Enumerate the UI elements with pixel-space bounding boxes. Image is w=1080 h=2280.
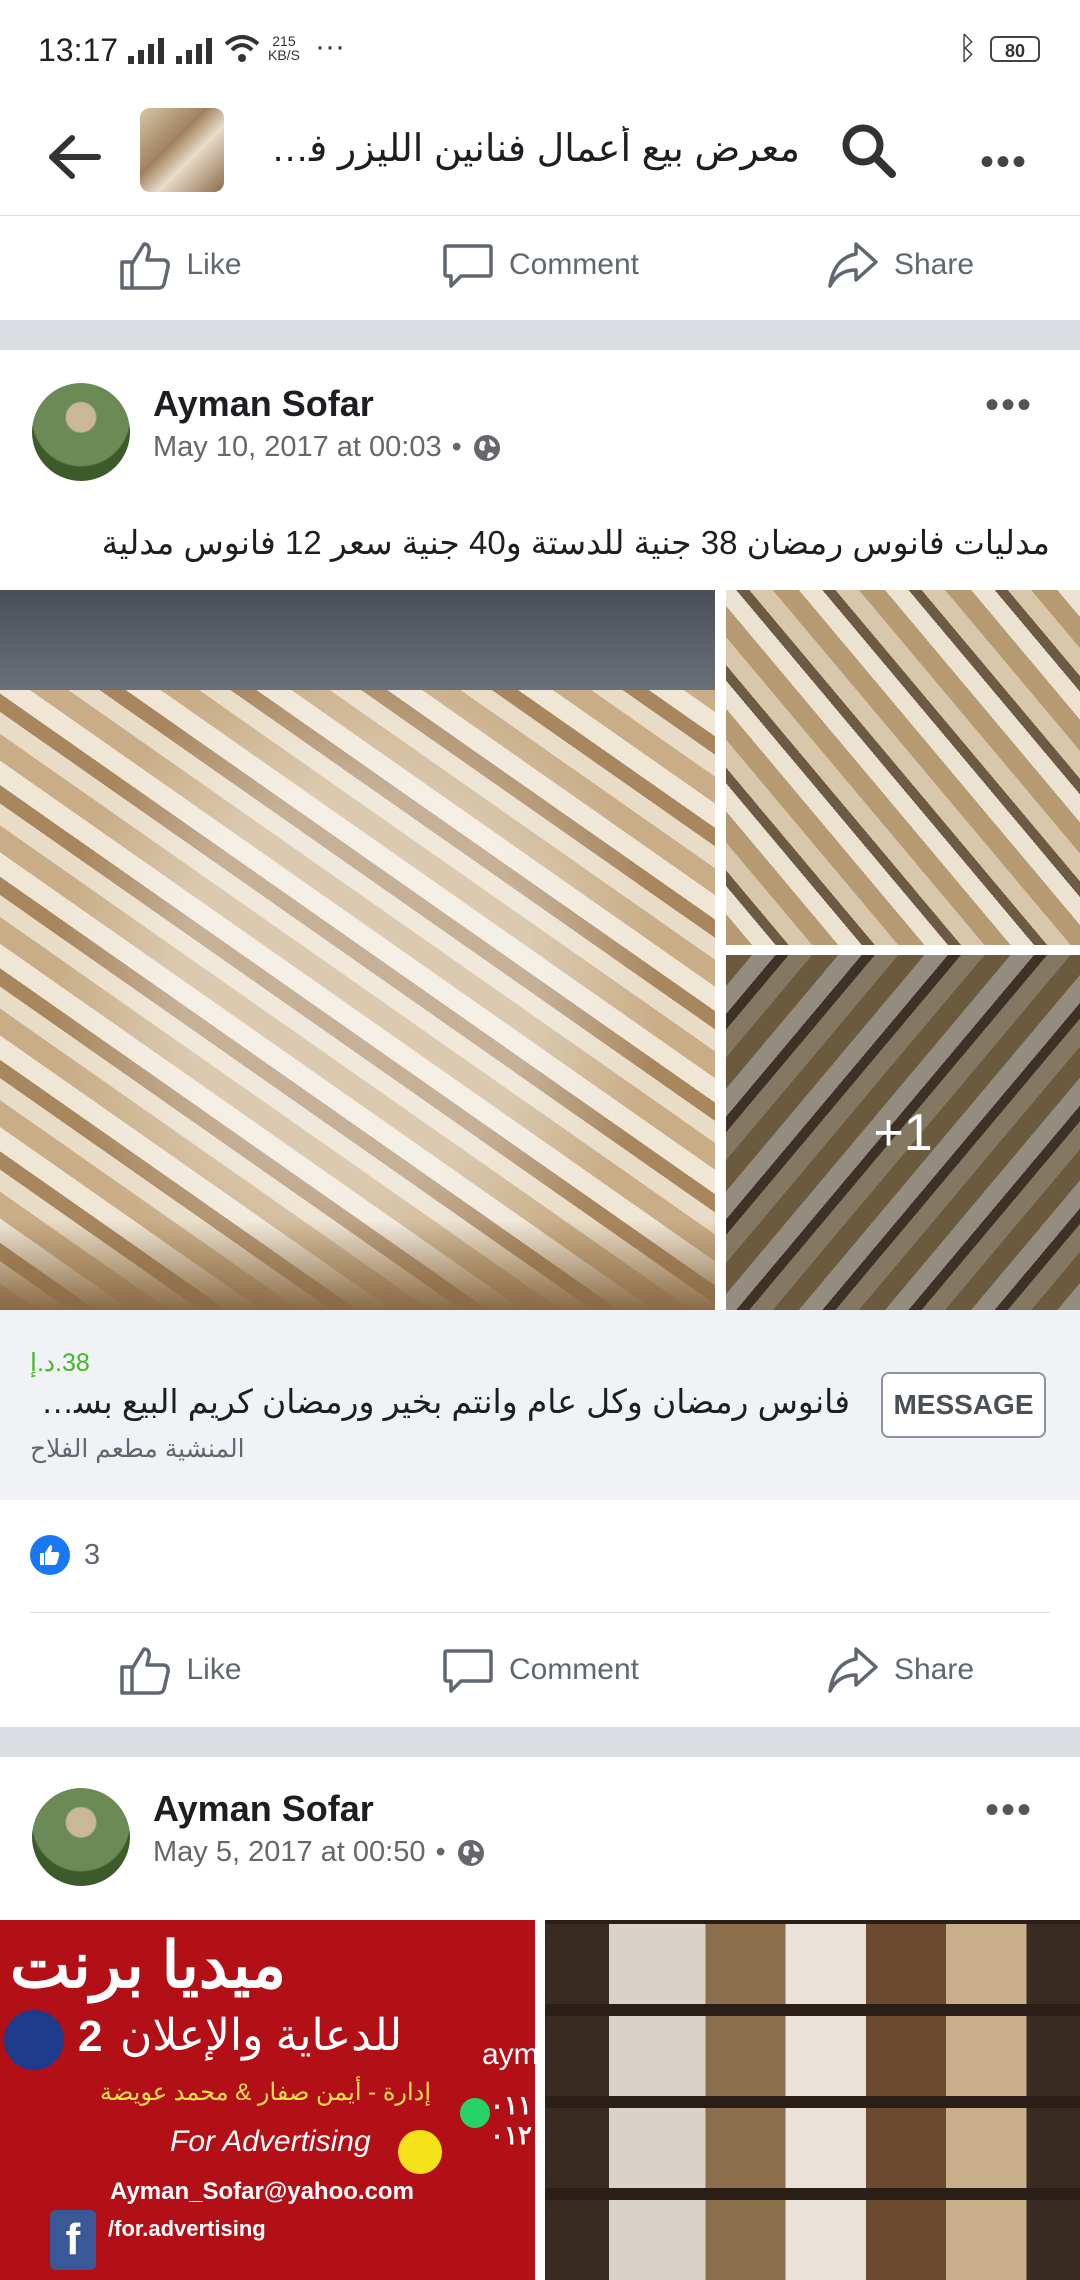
comment-label: Comment — [508, 1653, 640, 1686]
message-button[interactable]: MESSAGE — [881, 1372, 1046, 1438]
ad-number: 2 — [78, 2012, 103, 2061]
post-date[interactable]: May 5, 2017 at 00:50 — [153, 1836, 425, 1869]
comment-label: Comment — [508, 248, 640, 281]
share-label: Share — [893, 1653, 975, 1686]
item-price: 38.د.إ — [30, 1349, 90, 1377]
status-bar: 13:17 215 KB/S ··· ᛒ 80 — [0, 0, 1080, 100]
post-date[interactable]: May 10, 2017 at 00:03 — [153, 431, 442, 464]
post-options-icon[interactable]: ••• — [985, 383, 1033, 428]
speed-unit: KB/S — [268, 47, 300, 63]
search-icon[interactable] — [838, 120, 898, 180]
like-reaction-icon — [30, 1535, 70, 1575]
comment-icon — [443, 1649, 493, 1693]
like-label: Like — [186, 1653, 242, 1686]
ad-phone-2: ٠١٢ — [490, 2120, 532, 2150]
like-button[interactable]: Like — [0, 215, 360, 315]
status-more-dots: ··· — [315, 30, 345, 63]
comment-button[interactable]: Comment — [360, 1620, 720, 1720]
battery-icon: 80 — [990, 36, 1040, 62]
post-header: Ayman Sofar May 10, 2017 at 00:03 • ••• — [0, 383, 1080, 513]
ad-tagline: للدعاية والإعلان — [120, 2011, 403, 2060]
comment-button[interactable]: Comment — [360, 215, 720, 315]
post-text: مدليات فانوس رمضان 38 جنية للدستة و40 جن… — [101, 524, 1050, 561]
ad-facebook: /for.advertising — [108, 2216, 266, 2241]
ad-logo-icon — [4, 2010, 64, 2070]
post-photo-2[interactable] — [726, 590, 1080, 945]
globe-icon — [473, 434, 500, 461]
signal-icon-2 — [176, 38, 212, 64]
globe-icon — [457, 1839, 484, 1866]
post-meta: May 5, 2017 at 00:50 • — [153, 1836, 486, 1869]
likes-count: 3 — [84, 1538, 101, 1571]
group-title[interactable]: معرض بيع أعمال فنانين الليزر في الش... — [240, 126, 800, 171]
comment-icon — [443, 244, 493, 288]
share-icon — [828, 242, 878, 288]
marketplace-card[interactable]: 38.د.إ فانوس رمضان وكل عام وانتم بخير ور… — [0, 1310, 1080, 1500]
post-photo-shelf[interactable] — [545, 1920, 1080, 2280]
share-icon — [828, 1647, 878, 1693]
meta-dot: • — [435, 1836, 446, 1868]
action-bar: Like Comment Share — [0, 1620, 1080, 1720]
bluetooth-icon: ᛒ — [958, 30, 978, 66]
ad-email: Ayman_Sofar@yahoo.com — [110, 2178, 414, 2205]
facebook-icon: f — [50, 2210, 96, 2270]
meta-dot: • — [451, 431, 462, 463]
share-label: Share — [893, 248, 975, 281]
section-separator — [0, 1727, 1080, 1757]
action-bar: Like Comment Share — [0, 215, 1080, 315]
post-photo-ad[interactable]: ميديا برنت للدعاية والإعلان 2 إدارة - أي… — [0, 1920, 535, 2280]
back-arrow-icon[interactable] — [44, 130, 104, 185]
reactions-summary[interactable]: 3 — [30, 1535, 100, 1575]
more-options-icon[interactable]: ••• — [980, 140, 1028, 185]
thumbs-up-icon — [40, 1545, 60, 1565]
thumbs-up-icon — [120, 1647, 171, 1695]
like-button[interactable]: Like — [0, 1620, 360, 1720]
section-separator — [0, 320, 1080, 350]
network-speed: 215 KB/S — [268, 34, 300, 62]
post-options-icon[interactable]: ••• — [985, 1788, 1033, 1833]
divider — [30, 1612, 1050, 1613]
item-location: المنشية مطعم الفلاح — [30, 1435, 245, 1463]
share-button[interactable]: Share — [720, 215, 1080, 315]
status-time: 13:17 — [38, 32, 119, 68]
sponge-character-icon — [398, 2130, 442, 2174]
avatar[interactable] — [32, 383, 130, 481]
app-bar: معرض بيع أعمال فنانين الليزر في الش... •… — [0, 100, 1080, 216]
group-thumbnail[interactable] — [140, 108, 224, 192]
post-author[interactable]: Ayman Sofar — [153, 383, 374, 425]
more-photos-overlay[interactable]: +1 — [726, 955, 1080, 1310]
item-title: فانوس رمضان وكل عام وانتم بخير ورمضان كر… — [30, 1383, 850, 1420]
ad-side-text: aym — [482, 2038, 535, 2071]
signal-icon — [128, 38, 164, 64]
avatar[interactable] — [32, 1788, 130, 1886]
ad-brand: ميديا برنت — [10, 1929, 287, 2001]
post-author[interactable]: Ayman Sofar — [153, 1788, 374, 1830]
post-meta: May 10, 2017 at 00:03 • — [153, 431, 502, 464]
wifi-icon — [224, 35, 260, 62]
whatsapp-icon — [460, 2098, 490, 2128]
like-label: Like — [186, 248, 242, 281]
ad-phone-1: ٠١١ — [490, 2090, 532, 2120]
ad-english: For Advertising — [170, 2125, 371, 2158]
thumbs-up-icon — [120, 242, 171, 290]
post-header: Ayman Sofar May 5, 2017 at 00:50 • ••• — [0, 1788, 1080, 1918]
ad-management: إدارة - أيمن صفار & محمد عويضة — [100, 2079, 432, 2106]
share-button[interactable]: Share — [720, 1620, 1080, 1720]
post-photo-main[interactable] — [0, 590, 715, 1310]
post-photo-3[interactable]: +1 — [726, 955, 1080, 1310]
